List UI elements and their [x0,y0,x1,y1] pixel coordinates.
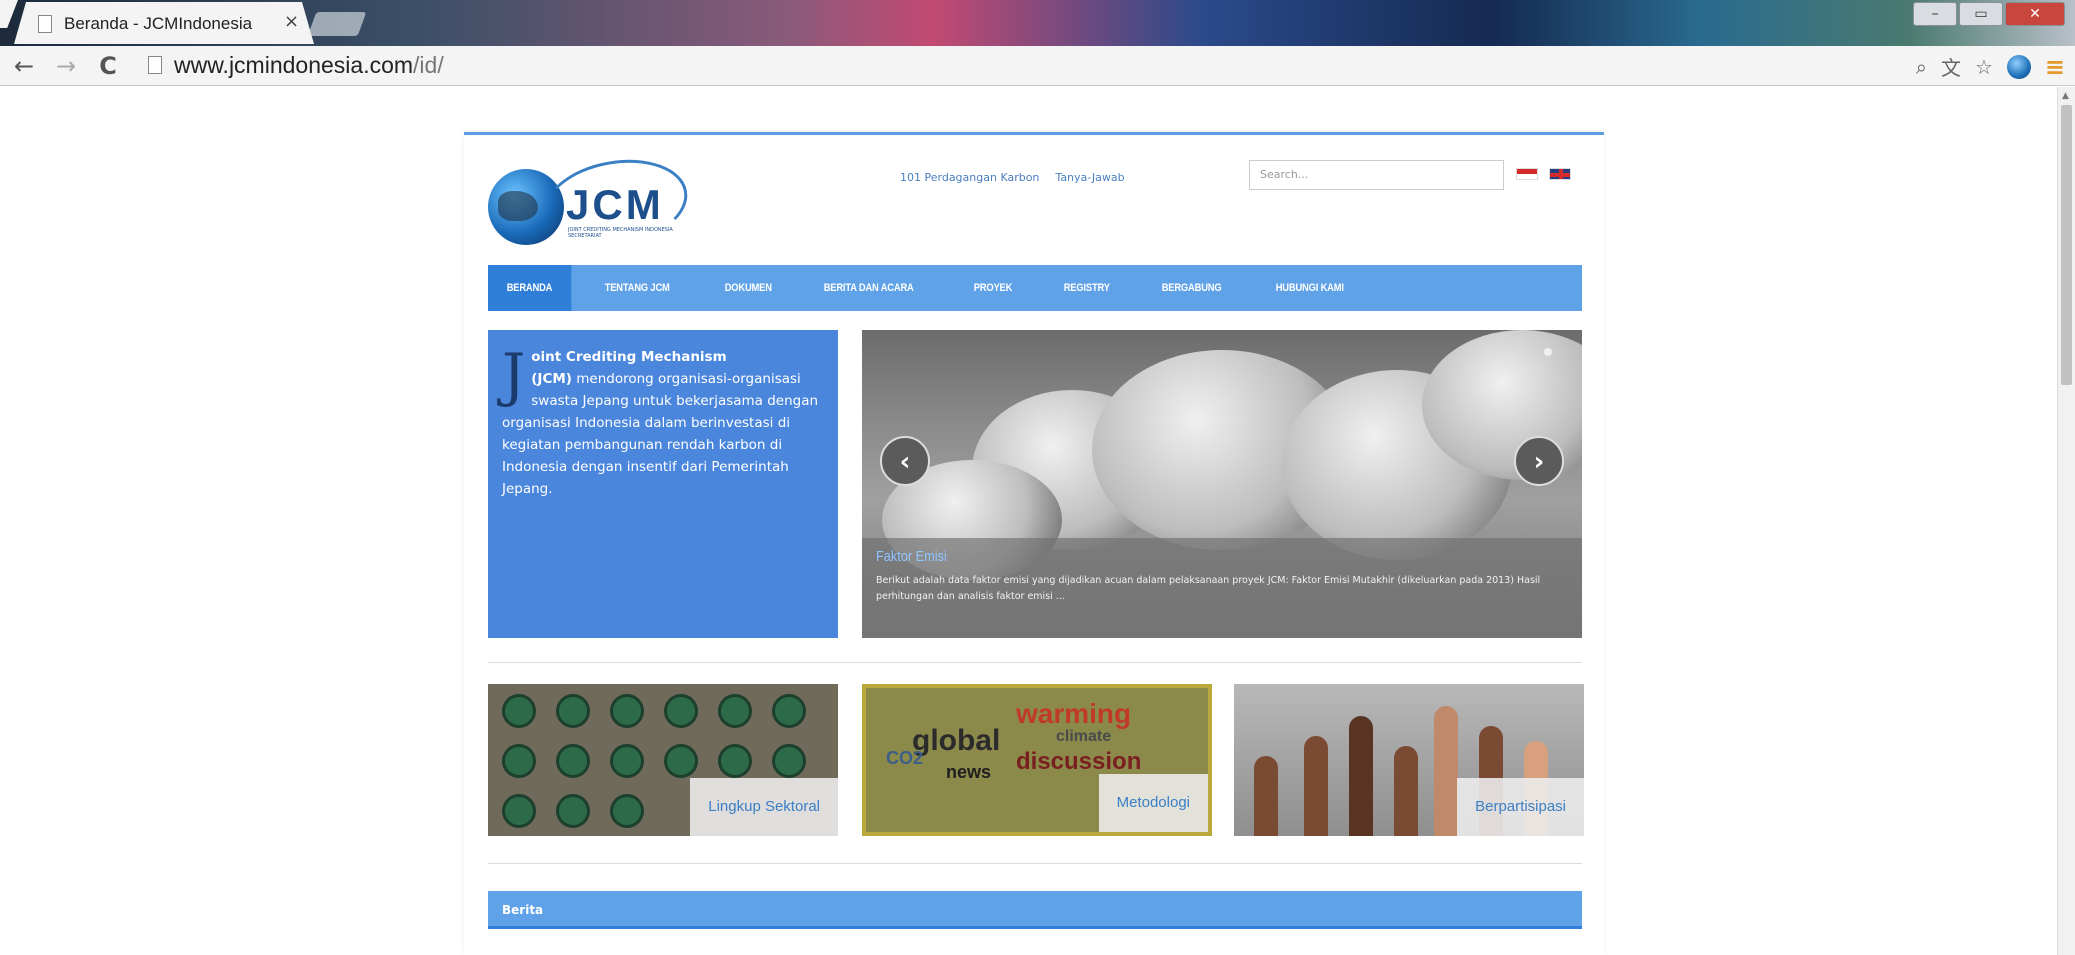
sector-icon [610,794,644,828]
wordcloud-word: climate [1056,728,1112,745]
extension-icon[interactable] [2006,54,2031,79]
nav-item-bergabung[interactable]: BERGABUNG [1143,265,1240,311]
toolbar-icons: ⌕ 文 ☆ ≡ [1916,52,2065,81]
tile-participation-label[interactable]: Berpartisipasi [1457,778,1584,836]
wordcloud-word: global [912,724,1001,757]
slider-prev-button[interactable]: ‹ [880,436,930,486]
sector-icon [502,744,536,778]
address-bar[interactable]: www.jcmindonesia.com/id/ [140,50,1875,80]
sector-icon [556,694,590,728]
page-icon [38,15,52,33]
sector-icon [664,744,698,778]
url-text[interactable]: www.jcmindonesia.com/id/ [174,52,444,79]
forward-button[interactable]: → [52,52,80,80]
nav-item-proyek[interactable]: PROYEK [955,265,1031,311]
sector-icon [718,744,752,778]
hand-image [1254,756,1278,836]
wordcloud-word: CO2 [886,748,924,768]
nav-item-tentang-jcm[interactable]: TENTANG JCM [586,265,688,311]
page-icon [148,56,162,74]
intro-dropcap: J [502,341,526,409]
sector-icon [610,694,644,728]
hand-image [1434,706,1458,836]
minimize-button[interactable]: – [1913,2,1957,26]
sector-icon [556,794,590,828]
tab-strip: Beranda - JCMIndonesia × – ▭ ✕ [0,0,2075,46]
news-section-header: Berita [488,891,1582,929]
nav-item-hubungi-kami[interactable]: HUBUNGI KAMI [1257,265,1362,311]
star-icon[interactable]: ☆ [1975,55,1993,79]
translate-icon[interactable]: 文 [1941,52,1961,81]
top-link-faq[interactable]: Tanya-Jawab [1055,171,1124,184]
top-link-carbon-trading[interactable]: 101 Perdagangan Karbon [900,171,1039,184]
intro-bold-abbr: (JCM) [531,371,572,387]
zoom-icon[interactable]: ⌕ [1916,55,1927,79]
nav-item-berita-dan-acara[interactable]: BERITA DAN ACARA [805,265,932,311]
sector-icon [718,694,752,728]
tile-sectoral[interactable]: Lingkup Sektoral [488,684,838,836]
wordcloud-word: warming [1016,698,1132,729]
tile-methodology[interactable]: warming global discussion CO2 news clima… [862,684,1212,836]
indonesia-flag-icon[interactable] [1516,168,1538,180]
new-tab-button[interactable] [307,12,367,36]
jcm-logo[interactable]: JCM JOINT CREDITING MECHANISM INDONESIA … [488,149,695,259]
logo-text: JCM [566,181,664,228]
scroll-up-icon[interactable]: ▲ [2062,91,2069,101]
sector-icon [502,794,536,828]
close-window-button[interactable]: ✕ [2005,2,2065,26]
wordcloud-word: discussion [1016,748,1142,775]
scrollbar-thumb[interactable] [2061,105,2072,385]
website-container: JCM JOINT CREDITING MECHANISM INDONESIA … [464,132,1604,955]
browser-toolbar: ← → C www.jcmindonesia.com/id/ ⌕ 文 ☆ ≡ [0,46,2075,86]
hand-image [1394,746,1418,836]
tab-title: Beranda - JCMIndonesia [64,14,253,33]
top-links: 101 Perdagangan Karbon Tanya-Jawab [900,171,1125,184]
hero-slider[interactable]: ‹ › Faktor Emisi Berikut adalah data fak… [862,330,1582,638]
page-scrollbar[interactable]: ▲ [2057,87,2075,955]
wordcloud-word: news [946,762,992,782]
tile-methodology-label[interactable]: Metodologi [1098,774,1208,832]
divider [488,662,1582,663]
tab-close-icon[interactable]: × [284,11,299,32]
slider-caption: Faktor Emisi Berikut adalah data faktor … [862,538,1582,638]
sector-icon [772,694,806,728]
sector-icon [556,744,590,778]
main-navigation: BERANDA TENTANG JCM DOKUMEN BERITA DAN A… [488,265,1582,311]
slider-caption-text: Berikut adalah data faktor emisi yang di… [876,575,1541,602]
sector-icon [772,744,806,778]
maximize-button[interactable]: ▭ [1959,2,2003,26]
uk-flag-icon[interactable] [1549,168,1571,180]
tile-participation[interactable]: Berpartisipasi [1234,684,1584,836]
sector-icon [610,744,644,778]
hand-image [1304,736,1328,836]
back-button[interactable]: ← [10,52,38,80]
logo-subtext: JOINT CREDITING MECHANISM INDONESIA SECR… [568,227,673,239]
intro-box: J oint Crediting Mechanism (JCM) mendoro… [488,330,838,638]
url-host: www.jcmindonesia.com [174,52,414,78]
divider [488,863,1582,864]
hand-image [1349,716,1373,836]
slider-caption-title[interactable]: Faktor Emisi [876,548,1464,565]
nav-item-registry[interactable]: REGISTRY [1045,265,1128,311]
menu-icon[interactable]: ≡ [2045,53,2065,81]
tile-sectoral-label[interactable]: Lingkup Sektoral [690,778,838,836]
nav-item-dokumen[interactable]: DOKUMEN [706,265,791,311]
intro-text: mendorong organisasi-organisasi swasta J… [502,371,819,497]
url-path: /id/ [413,52,444,78]
browser-corner-icon [0,0,18,28]
sector-icon [664,694,698,728]
browser-tab[interactable]: Beranda - JCMIndonesia × [14,2,314,44]
nav-item-beranda[interactable]: BERANDA [488,265,571,311]
search-input[interactable]: Search... [1249,160,1504,190]
sector-icon [502,694,536,728]
slider-indicator[interactable] [1544,348,1552,356]
intro-bold-title: oint Crediting Mechanism [531,349,727,365]
slider-next-button[interactable]: › [1514,436,1564,486]
window-controls: – ▭ ✕ [1913,2,2065,28]
reload-button[interactable]: C [94,52,122,80]
